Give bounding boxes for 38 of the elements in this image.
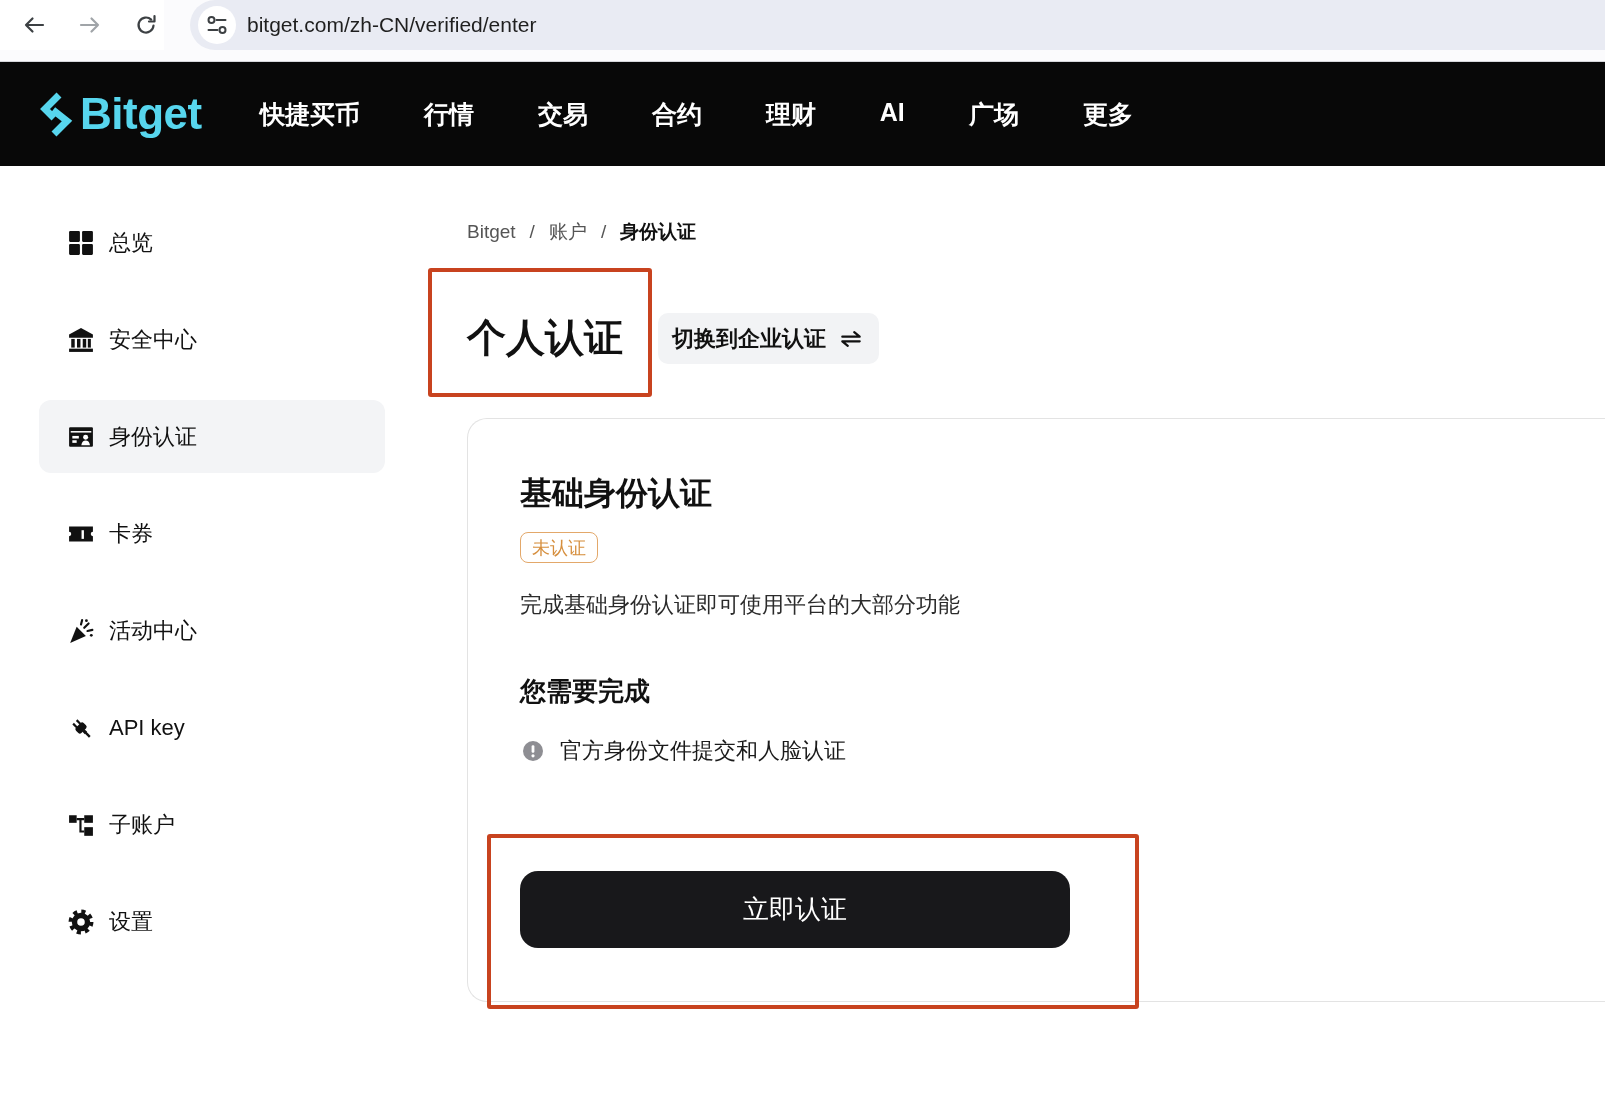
grid-icon <box>68 229 94 256</box>
reload-icon <box>134 13 158 37</box>
party-popper-icon <box>68 617 94 644</box>
breadcrumb-separator: / <box>529 220 535 244</box>
nav-link[interactable]: 合约 <box>651 97 702 131</box>
nav-link[interactable]: 理财 <box>765 97 816 131</box>
url-text: bitget.com/zh-CN/verified/enter <box>247 13 537 37</box>
breadcrumb-current: 身份认证 <box>620 220 697 244</box>
logo-text[interactable]: Bitget <box>80 92 202 136</box>
requirements-title: 您需要完成 <box>520 676 651 707</box>
card-title: 基础身份认证 <box>520 474 713 513</box>
settings-icon <box>68 908 94 935</box>
breadcrumb-link[interactable]: Bitget <box>467 219 516 245</box>
sidebar-item[interactable]: 身份认证 <box>39 400 385 473</box>
nav-link[interactable]: 广场 <box>968 97 1019 131</box>
card-description: 完成基础身份认证即可使用平台的大部分功能 <box>520 592 961 619</box>
bank-icon <box>68 326 94 353</box>
nav-link[interactable]: 快捷买币 <box>259 97 360 131</box>
requirement-text: 官方身份文件提交和人脸认证 <box>560 737 846 765</box>
site-settings-icon[interactable] <box>198 6 236 44</box>
nav-link[interactable]: 更多 <box>1082 97 1133 131</box>
status-badge: 未认证 <box>520 532 598 563</box>
nav-link[interactable]: AI <box>879 97 905 131</box>
sidebar-item[interactable]: 设置 <box>39 885 385 958</box>
switch-button[interactable]: 切换到企业认证 <box>658 313 879 364</box>
breadcrumb-link[interactable]: 账户 <box>548 219 587 245</box>
sidebar-item[interactable]: 安全中心 <box>39 303 385 376</box>
sidebar-item[interactable]: API key <box>39 691 385 764</box>
sidebar-item[interactable]: 卡券 <box>39 497 385 570</box>
page-title: 个人认证 <box>467 315 623 361</box>
nav-link[interactable]: 交易 <box>537 97 588 131</box>
verify-button[interactable]: 立即认证 <box>520 871 1070 948</box>
sidebar-item[interactable]: 活动中心 <box>39 594 385 667</box>
sidebar-item[interactable]: 子账户 <box>39 788 385 861</box>
breadcrumb-separator: / <box>600 220 607 244</box>
nav-link[interactable]: 行情 <box>423 97 474 131</box>
address-bar[interactable]: bitget.com/zh-CN/verified/enter <box>190 0 1605 50</box>
sidebar-item[interactable]: 总览 <box>39 206 385 279</box>
